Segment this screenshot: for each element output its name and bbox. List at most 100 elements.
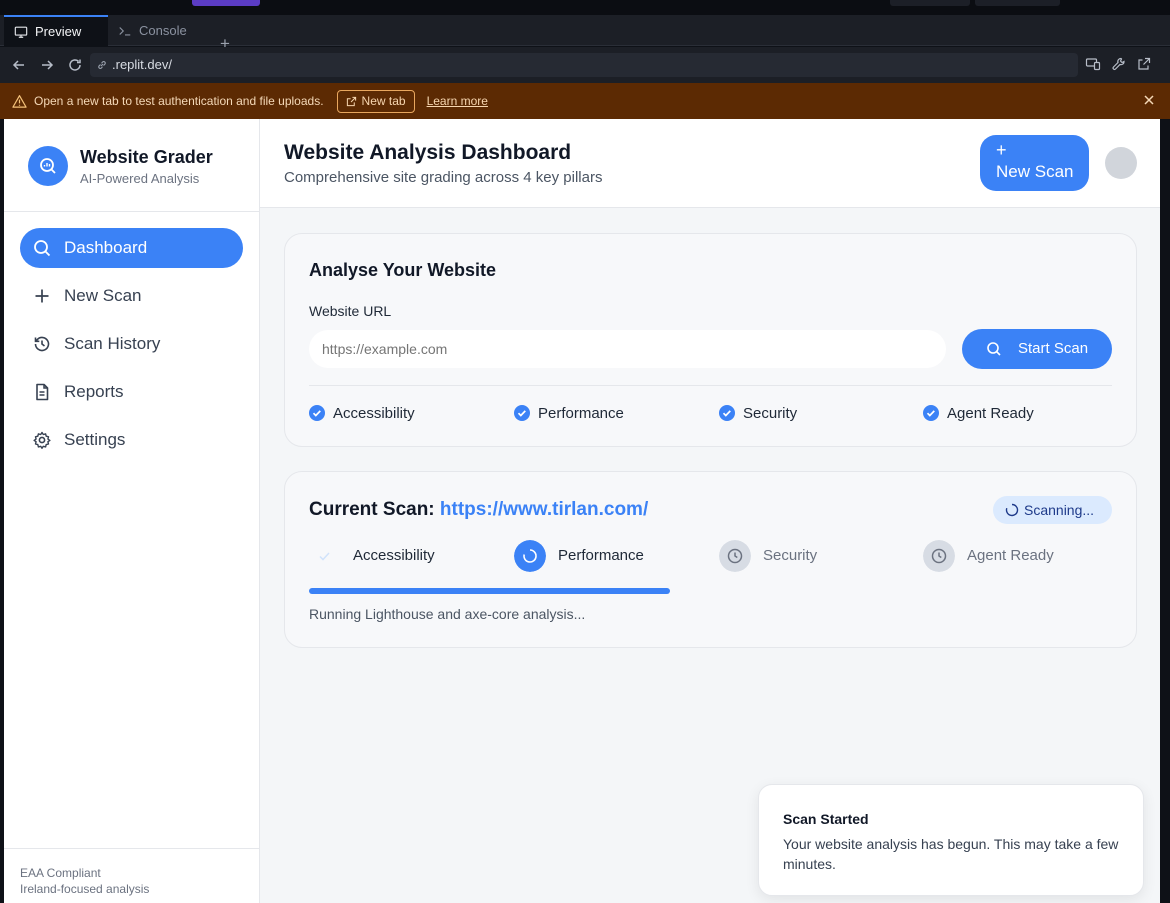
spinner-icon <box>1005 503 1019 517</box>
option-accessibility[interactable]: Accessibility <box>309 404 415 422</box>
new-scan-label: New Scan <box>996 162 1074 181</box>
spinner-icon <box>514 540 546 572</box>
option-label: Performance <box>538 404 624 422</box>
warning-banner: Open a new tab to test authentication an… <box>0 83 1170 119</box>
warning-icon <box>12 94 27 108</box>
external-link-icon[interactable] <box>1136 56 1152 72</box>
external-link-icon <box>346 96 356 106</box>
check-circle-icon <box>923 405 939 421</box>
reload-icon[interactable] <box>66 56 84 74</box>
compliance-label: EAA Compliant <box>20 866 101 880</box>
check-icon <box>319 552 330 561</box>
learn-more-link[interactable]: Learn more <box>427 94 488 108</box>
step-label: Accessibility <box>353 547 435 564</box>
url-text: .replit.dev/ <box>112 57 172 72</box>
close-icon[interactable] <box>1142 93 1156 107</box>
page-subtitle: Comprehensive site grading across 4 key … <box>284 169 603 186</box>
terminal-icon <box>119 26 131 36</box>
clock-icon <box>719 540 751 572</box>
sidebar-item-label: Reports <box>64 382 124 401</box>
brand-subtitle: AI-Powered Analysis <box>80 171 200 186</box>
app-preview: Website Grader AI-Powered Analysis Dashb… <box>4 119 1160 903</box>
check-circle-icon <box>719 405 735 421</box>
status-text: Scanning... <box>1024 502 1095 518</box>
new-scan-button[interactable]: + New Scan <box>980 135 1089 191</box>
option-security[interactable]: Security <box>719 404 797 422</box>
toast-title: Scan Started <box>783 811 869 827</box>
wrench-icon[interactable] <box>1111 56 1127 72</box>
step-label: Performance <box>558 547 644 564</box>
current-scan-title: Current Scan: https://www.tirlan.com/ <box>309 499 648 521</box>
tab-preview[interactable]: Preview <box>4 15 108 46</box>
warning-message: Open a new tab to test authentication an… <box>34 94 324 108</box>
plus-icon: + <box>996 140 1007 160</box>
sidebar: Website Grader AI-Powered Analysis Dashb… <box>4 119 260 903</box>
link-icon <box>98 61 106 69</box>
new-tab-button[interactable]: New tab <box>336 89 415 113</box>
search-icon <box>987 342 1001 356</box>
document-icon <box>36 383 49 401</box>
avatar[interactable] <box>1105 147 1137 179</box>
new-tab-label: New tab <box>361 94 406 108</box>
toast-body: Your website analysis has begun. This ma… <box>783 836 1119 872</box>
monitor-icon <box>14 26 28 38</box>
url-field[interactable]: .replit.dev/ <box>90 53 1078 77</box>
tab-console[interactable]: Console <box>108 15 212 46</box>
sidebar-item-settings[interactable]: Settings <box>20 420 243 460</box>
region-label: Ireland-focused analysis <box>20 882 150 896</box>
analyse-title: Analyse Your Website <box>309 260 497 280</box>
url-label: Website URL <box>309 303 392 319</box>
check-circle-icon <box>309 405 325 421</box>
start-scan-label: Start Scan <box>1018 340 1089 357</box>
gear-icon <box>33 431 51 449</box>
option-label: Security <box>743 404 798 422</box>
tab-label: Preview <box>35 24 82 39</box>
status-badge: Scanning... <box>993 496 1112 524</box>
sidebar-item-reports[interactable]: Reports <box>20 372 243 412</box>
check-circle-icon <box>514 405 530 421</box>
logo <box>28 146 68 186</box>
ide-top-strip <box>0 0 1170 15</box>
tab-label: Console <box>139 23 187 38</box>
progress-bar <box>309 588 670 594</box>
brand-name: Website Grader <box>80 147 213 167</box>
start-scan-button[interactable]: Start Scan <box>962 329 1112 369</box>
ide-tab-bar: Preview Console + <box>0 15 1170 53</box>
page-header: Website Analysis Dashboard Comprehensive… <box>260 119 1160 208</box>
current-scan-card: Current Scan: https://www.tirlan.com/ Sc… <box>284 471 1137 648</box>
plus-icon <box>35 289 49 303</box>
progress-text: Running Lighthouse and axe-core analysis… <box>309 606 586 622</box>
ide-top-button[interactable] <box>890 0 970 6</box>
current-scan-url[interactable]: https://www.tirlan.com/ <box>440 499 648 520</box>
step-label: Agent Ready <box>967 547 1054 564</box>
option-label: Accessibility <box>333 404 415 422</box>
sidebar-item-scan-history[interactable]: Scan History <box>20 324 243 364</box>
devices-icon[interactable] <box>1085 56 1101 72</box>
option-agent-ready[interactable]: Agent Ready <box>923 404 1034 422</box>
sidebar-item-new-scan[interactable]: New Scan <box>20 276 243 316</box>
sidebar-footer: EAA Compliant Ireland-focused analysis <box>4 848 259 903</box>
current-scan-prefix: Current Scan: <box>309 499 435 520</box>
option-performance[interactable]: Performance <box>514 404 624 422</box>
toast-notification: Scan Started Your website analysis has b… <box>758 784 1144 896</box>
analyse-card: Analyse Your Website Website URL Start S… <box>284 233 1137 447</box>
search-icon <box>34 240 51 257</box>
divider <box>309 385 1112 386</box>
sidebar-item-label: Settings <box>64 430 126 449</box>
page-title: Website Analysis Dashboard <box>284 141 572 164</box>
sidebar-item-label: New Scan <box>64 286 142 305</box>
ide-url-bar: .replit.dev/ <box>0 47 1170 83</box>
sidebar-item-dashboard[interactable]: Dashboard <box>20 228 243 268</box>
sidebar-item-label: Dashboard <box>64 238 148 257</box>
ide-top-button[interactable] <box>975 0 1060 6</box>
sidebar-item-label: Scan History <box>64 334 161 353</box>
search-analytics-icon <box>40 158 56 174</box>
brand: Website Grader AI-Powered Analysis <box>4 119 259 212</box>
url-input[interactable] <box>309 330 946 368</box>
step-label: Security <box>763 547 818 564</box>
option-label: Agent Ready <box>947 404 1034 422</box>
forward-icon[interactable] <box>38 56 56 74</box>
ide-active-indicator <box>192 0 260 6</box>
back-icon[interactable] <box>10 56 28 74</box>
clock-icon <box>923 540 955 572</box>
